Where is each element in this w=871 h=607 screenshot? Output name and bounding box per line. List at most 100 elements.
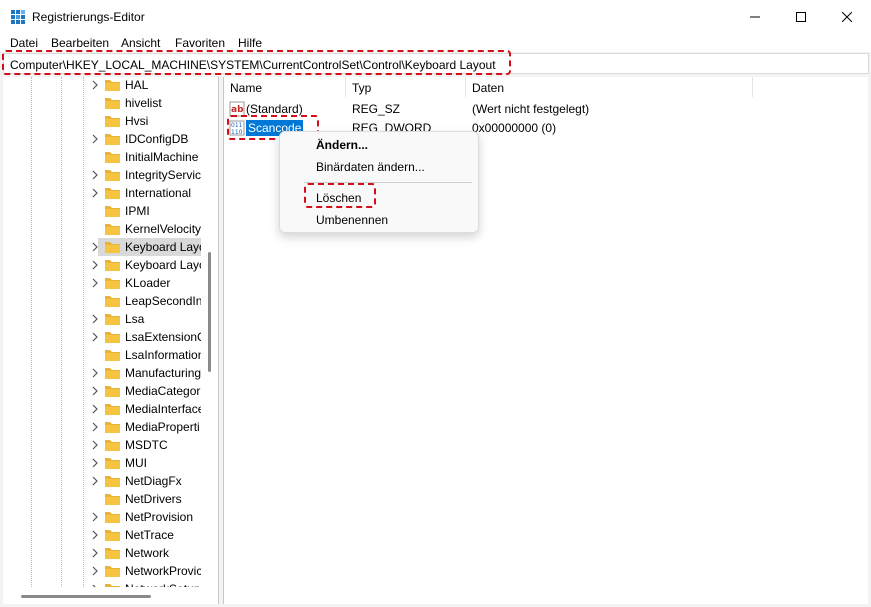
tree-vertical-scroll-thumb[interactable]: [208, 252, 211, 372]
tree-item[interactable]: NetworkProvic: [3, 562, 201, 580]
context-menu-rename[interactable]: Umbenennen: [280, 209, 478, 231]
tree-item-label: International: [125, 186, 192, 200]
tree-item-label: IPMI: [125, 204, 150, 218]
tree-item[interactable]: KernelVelocity: [3, 220, 201, 238]
column-header-type[interactable]: Typ: [346, 77, 466, 97]
tree-item[interactable]: IPMI: [3, 202, 201, 220]
tree-item[interactable]: MediaProperti: [3, 418, 201, 436]
tree-item-label: NetworkSetup: [125, 582, 200, 587]
context-menu-label: Umbenennen: [316, 213, 389, 227]
tree-horizontal-scroll-thumb[interactable]: [21, 595, 151, 598]
tree-item-label: Hvsi: [125, 114, 149, 128]
chevron-right-icon[interactable]: [91, 422, 99, 432]
title-bar: Registrierungs-Editor: [0, 0, 871, 34]
chevron-right-icon[interactable]: [91, 314, 99, 324]
menu-favoriten[interactable]: Favoriten: [175, 36, 225, 50]
menu-ansicht[interactable]: Ansicht: [121, 36, 160, 50]
close-icon: [842, 12, 852, 22]
tree-item[interactable]: Keyboard Layo: [3, 238, 201, 256]
tree-item-label: InitialMachine: [125, 150, 199, 164]
value-row-standard[interactable]: ab (Standard) REG_SZ (Wert nicht festgel…: [224, 100, 824, 118]
context-menu-modify-binary[interactable]: Binärdaten ändern...: [280, 156, 478, 178]
context-menu-delete[interactable]: Löschen: [280, 187, 478, 209]
menu-hilfe[interactable]: Hilfe: [238, 36, 262, 50]
tree-item[interactable]: NetworkSetup: [3, 580, 201, 587]
column-header-data[interactable]: Daten: [466, 77, 753, 97]
tree-item[interactable]: International: [3, 184, 201, 202]
chevron-right-icon[interactable]: [91, 80, 99, 90]
registry-editor-window: Registrierungs-Editor Datei Bearbeiten A…: [0, 0, 871, 607]
folder-icon: [105, 440, 120, 451]
chevron-right-icon[interactable]: [91, 260, 99, 270]
tree-item[interactable]: HAL: [3, 77, 201, 94]
tree-item[interactable]: MediaInterface: [3, 400, 201, 418]
chevron-right-icon[interactable]: [91, 404, 99, 414]
folder-icon: [105, 278, 120, 289]
key-tree-pane: HAL hivelist Hvsi IDConfigDB InitialMachine I…: [3, 77, 219, 604]
context-menu-label: Ändern...: [316, 138, 369, 152]
tree-item[interactable]: InitialMachine: [3, 148, 201, 166]
tree-item[interactable]: MUI: [3, 454, 201, 472]
chevron-right-icon[interactable]: [91, 512, 99, 522]
tree-item[interactable]: hivelist: [3, 94, 201, 112]
folder-icon: [105, 494, 120, 505]
column-header-name[interactable]: Name: [224, 77, 346, 97]
chevron-right-icon[interactable]: [91, 476, 99, 486]
chevron-right-icon[interactable]: [91, 530, 99, 540]
folder-icon: [105, 584, 120, 587]
tree-item[interactable]: IDConfigDB: [3, 130, 201, 148]
chevron-right-icon[interactable]: [91, 278, 99, 288]
tree-item[interactable]: LeapSecondIn: [3, 292, 201, 310]
address-bar[interactable]: Computer\HKEY_LOCAL_MACHINE\SYSTEM\Curre…: [3, 53, 869, 74]
folder-icon: [105, 98, 120, 109]
tree-item-label: NetDrivers: [125, 492, 182, 506]
folder-icon: [105, 116, 120, 127]
tree-item[interactable]: NetDiagFx: [3, 472, 201, 490]
chevron-right-icon[interactable]: [91, 386, 99, 396]
tree-vertical-scrollbar[interactable]: [203, 77, 217, 587]
tree-item[interactable]: Keyboard Layo: [3, 256, 201, 274]
tree-item[interactable]: NetProvision: [3, 508, 201, 526]
tree-horizontal-scrollbar[interactable]: [3, 589, 203, 603]
tree-item[interactable]: KLoader: [3, 274, 201, 292]
tree-item[interactable]: MSDTC: [3, 436, 201, 454]
tree-item[interactable]: MediaCategor: [3, 382, 201, 400]
tree-item-label: IDConfigDB: [125, 132, 189, 146]
chevron-right-icon[interactable]: [91, 584, 99, 587]
folder-icon: [105, 476, 120, 487]
menu-datei[interactable]: Datei: [10, 36, 38, 50]
address-path[interactable]: Computer\HKEY_LOCAL_MACHINE\SYSTEM\Curre…: [10, 58, 496, 72]
tree-item-label: hivelist: [125, 96, 162, 110]
context-menu-modify[interactable]: Ändern...: [280, 134, 478, 156]
chevron-right-icon[interactable]: [91, 566, 99, 576]
chevron-right-icon[interactable]: [91, 440, 99, 450]
maximize-button[interactable]: [778, 0, 824, 34]
tree-item[interactable]: Lsa: [3, 310, 201, 328]
chevron-right-icon[interactable]: [91, 368, 99, 378]
folder-icon: [105, 386, 120, 397]
tree-item[interactable]: NetDrivers: [3, 490, 201, 508]
string-value-icon: ab: [229, 101, 245, 117]
chevron-right-icon[interactable]: [91, 332, 99, 342]
tree-item[interactable]: IntegrityServic: [3, 166, 201, 184]
chevron-right-icon[interactable]: [91, 170, 99, 180]
minimize-button[interactable]: [732, 0, 778, 34]
folder-icon: [105, 548, 120, 559]
tree-item-label: KernelVelocity: [125, 222, 201, 236]
tree-item[interactable]: Network: [3, 544, 201, 562]
tree-item[interactable]: NetTrace: [3, 526, 201, 544]
binary-value-icon: 011 110: [229, 120, 245, 136]
tree-item[interactable]: LsaExtensionC: [3, 328, 201, 346]
chevron-right-icon[interactable]: [91, 188, 99, 198]
close-button[interactable]: [824, 0, 870, 34]
tree-item-label: Manufacturing: [125, 366, 201, 380]
chevron-right-icon[interactable]: [91, 458, 99, 468]
menu-bearbeiten[interactable]: Bearbeiten: [51, 36, 109, 50]
tree-item[interactable]: LsaInformation: [3, 346, 201, 364]
chevron-right-icon[interactable]: [91, 548, 99, 558]
chevron-right-icon[interactable]: [91, 134, 99, 144]
chevron-right-icon[interactable]: [91, 242, 99, 252]
tree-item[interactable]: Hvsi: [3, 112, 201, 130]
minimize-icon: [750, 16, 760, 18]
tree-item[interactable]: Manufacturing: [3, 364, 201, 382]
